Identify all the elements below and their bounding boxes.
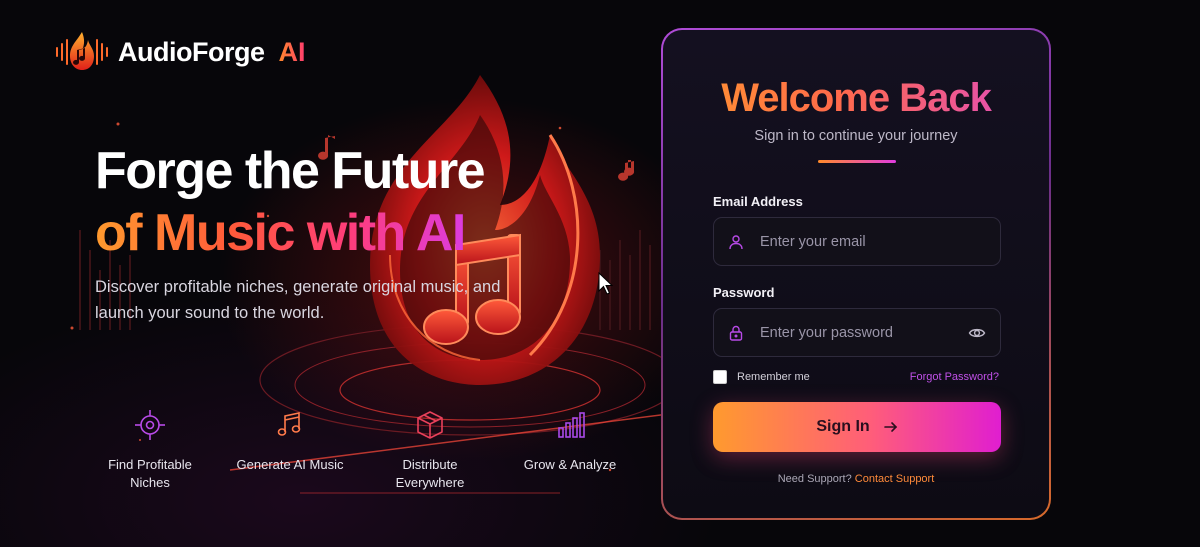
remember-checkbox[interactable] bbox=[713, 370, 727, 384]
password-input[interactable] bbox=[760, 324, 968, 341]
mouse-cursor-icon bbox=[598, 272, 614, 295]
hero-title-line1: Forge the Future bbox=[95, 142, 486, 200]
feature-label: Generate AI Music bbox=[236, 457, 344, 472]
support-line: Need Support? Contact Support bbox=[663, 473, 1049, 485]
contact-support-link[interactable]: Contact Support bbox=[855, 473, 935, 485]
login-title: Welcome Back bbox=[663, 74, 1049, 122]
login-subtitle: Sign in to continue your journey bbox=[754, 128, 958, 144]
email-label: Email Address bbox=[713, 194, 803, 209]
email-input[interactable] bbox=[760, 233, 986, 250]
eye-icon[interactable] bbox=[968, 324, 986, 342]
arrow-right-icon bbox=[883, 422, 897, 432]
lock-icon bbox=[729, 325, 743, 341]
email-field[interactable] bbox=[713, 217, 1001, 266]
hero-description: Discover profitable niches, generate ori… bbox=[95, 278, 501, 322]
feature-item-generate: Generate AI Music bbox=[220, 408, 360, 492]
flame-music-icon bbox=[56, 32, 108, 70]
box-icon bbox=[417, 411, 443, 439]
feature-label: Find Profitable Niches bbox=[108, 457, 192, 490]
feature-label: Distribute Everywhere bbox=[395, 457, 465, 490]
hero-title: Forge the Future of Music with AI bbox=[95, 140, 486, 264]
login-card: Welcome Back Sign in to continue your jo… bbox=[662, 29, 1050, 519]
remember-label: Remember me bbox=[737, 371, 810, 383]
feature-item-niches: Find Profitable Niches bbox=[80, 408, 220, 492]
feature-label: Grow & Analyze bbox=[523, 457, 617, 472]
music-note-icon bbox=[277, 412, 301, 436]
password-field[interactable] bbox=[713, 308, 1001, 357]
bar-chart-icon bbox=[558, 412, 585, 438]
forgot-password-link[interactable]: Forgot Password? bbox=[910, 371, 999, 383]
support-text: Need Support? bbox=[777, 473, 852, 485]
brand-name: AudioForge bbox=[118, 36, 265, 67]
feature-list: Find Profitable Niches Generate AI Music… bbox=[80, 408, 640, 492]
sign-in-label: Sign In bbox=[816, 418, 870, 435]
password-label: Password bbox=[713, 285, 775, 300]
target-icon bbox=[135, 410, 165, 440]
sign-in-button[interactable]: Sign In bbox=[713, 402, 1001, 452]
feature-item-distribute: Distribute Everywhere bbox=[360, 408, 500, 492]
user-icon bbox=[729, 234, 743, 249]
hero-title-line2: of Music with AI bbox=[95, 202, 484, 264]
feature-item-grow: Grow & Analyze bbox=[500, 408, 640, 492]
remember-me[interactable]: Remember me bbox=[713, 370, 810, 384]
title-divider bbox=[818, 160, 896, 163]
